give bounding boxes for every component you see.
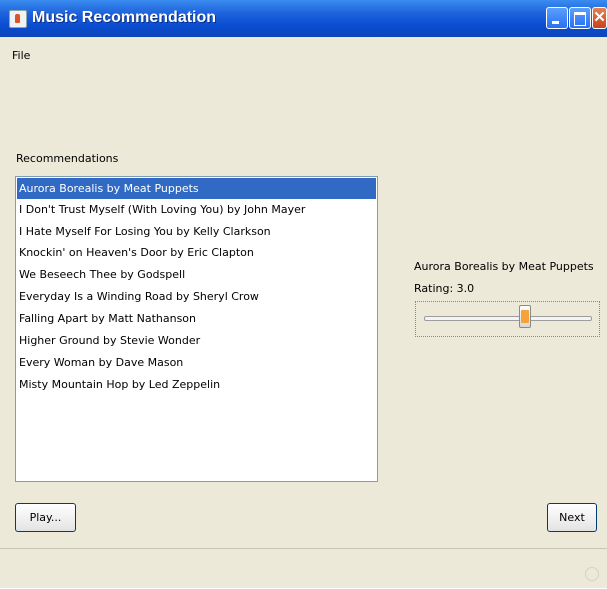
recommendations-label: Recommendations [16,152,119,165]
list-item[interactable]: Misty Mountain Hop by Led Zeppelin [17,374,376,395]
menu-file[interactable]: File [12,49,30,62]
rating-slider[interactable] [415,301,600,337]
list-item[interactable]: I Don't Trust Myself (With Loving You) b… [17,199,376,220]
slider-thumb[interactable] [519,305,531,328]
menu-bar: File [0,37,607,68]
status-bar [0,548,607,589]
list-item[interactable]: Everyday Is a Winding Road by Sheryl Cro… [17,286,376,307]
close-icon[interactable]: ✕ [592,7,607,29]
list-item[interactable]: Higher Ground by Stevie Wonder [17,330,376,351]
play-button[interactable]: Play... [15,503,76,532]
list-item[interactable]: Every Woman by Dave Mason [17,352,376,373]
list-item[interactable]: Knockin' on Heaven's Door by Eric Clapto… [17,242,376,263]
selected-song-title: Aurora Borealis by Meat Puppets [414,260,594,273]
slider-track[interactable] [424,316,592,321]
recommendations-list[interactable]: Aurora Borealis by Meat Puppets I Don't … [15,176,378,482]
rating-label: Rating: 3.0 [414,282,475,295]
app-window: Music Recommendation ✕ File Recommendati… [0,0,607,588]
resize-grip-icon[interactable] [585,567,599,581]
list-item[interactable]: I Hate Myself For Losing You by Kelly Cl… [17,221,376,242]
maximize-icon[interactable] [569,7,591,29]
window-title: Music Recommendation [32,9,217,26]
list-item[interactable]: Falling Apart by Matt Nathanson [17,308,376,329]
minimize-icon[interactable] [546,7,568,29]
java-app-icon[interactable] [9,10,27,28]
list-item[interactable]: We Beseech Thee by Godspell [17,264,376,285]
list-item[interactable]: Aurora Borealis by Meat Puppets [17,178,376,199]
next-button[interactable]: Next [547,503,597,532]
title-bar[interactable]: Music Recommendation ✕ [0,0,607,37]
